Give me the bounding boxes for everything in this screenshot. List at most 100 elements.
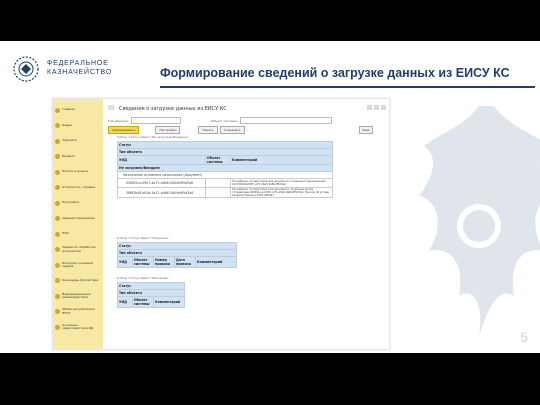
section-3-caption: Отбор: Статус Равно "Обновлен" — [117, 276, 169, 280]
logo-text: ФЕДЕРАЛЬНОЕ КАЗНАЧЕЙСТВО — [47, 59, 112, 77]
row-uid: 3f983b49-e05a-4e71-a9b6-5d04e9f5d3a6 — [117, 187, 206, 198]
sidebar-item-label: Настройка — [62, 201, 79, 205]
app-screenshot: Главное Кадры Зарплата Бюджет Налоги и взнос… — [52, 98, 390, 350]
report-table-updated: Статус Тип объекта УИД Объект системы Ко… — [117, 282, 185, 308]
sidebar-item[interactable]: Бюджет — [55, 152, 103, 162]
report-table-loaded: Статус Тип объекта УИД Объект системы Но… — [117, 242, 237, 268]
settings-button[interactable]: Настройки — [155, 126, 181, 134]
section-icon — [55, 216, 60, 221]
sidebar-item[interactable]: Контроль основных кадров — [55, 260, 103, 270]
section-icon — [55, 169, 60, 175]
sidebar-item[interactable]: Главное — [55, 105, 103, 115]
section-icon — [55, 262, 60, 268]
sidebar-item-label: Главное — [62, 108, 75, 112]
header-object-type: Тип объекта — [117, 148, 333, 156]
section-icon — [55, 278, 60, 283]
section-icon — [55, 309, 60, 314]
sidebar-item[interactable]: Кадры — [55, 121, 103, 131]
save-button[interactable]: Сохранить — [219, 126, 245, 134]
sidebar-item-label: Налоги и взносы — [62, 170, 89, 174]
section-icon — [55, 107, 60, 113]
section-1-caption: Отбор: Статус Равно "Не загружен/Внедрен… — [117, 135, 189, 139]
link-icon[interactable] — [367, 105, 372, 110]
header-system-object: Объект системы — [132, 256, 154, 268]
sidebar-item[interactable]: Информационные взаимодействия — [55, 291, 103, 301]
header-comment: Комментарий — [195, 256, 237, 268]
section-icon — [55, 138, 60, 144]
header-status: Статус — [117, 282, 185, 290]
close-icon[interactable] — [381, 105, 386, 110]
sidebar-item-label: Администрирование — [62, 216, 95, 220]
section-icon — [55, 200, 60, 206]
window-icon — [108, 105, 114, 110]
sidebar-item-label: Информационные взаимодействия — [62, 292, 91, 299]
more-button[interactable]: Ещё — [358, 126, 374, 134]
app-sidebar: Главное Кадры Зарплата Бюджет Налоги и взнос… — [53, 99, 103, 349]
sidebar-item-label: Зарплата — [62, 139, 77, 143]
presentation-slide: ФЕДЕРАЛЬНОЕ КАЗНАЧЕЙСТВО Формирование св… — [0, 41, 540, 353]
header-system-object: Объект системы — [205, 155, 231, 165]
window-title: Сведения о загрузке данных из ЕИСУ КС — [119, 106, 227, 112]
sidebar-item-label: Бюджет — [62, 154, 75, 158]
table-row[interactable]: 0285f2ca-0907-4a71-a9b6-5d04e9f5d3a6 Не … — [117, 178, 333, 188]
filter-object-field[interactable] — [130, 117, 181, 124]
table-row[interactable]: 3f983b49-e05a-4e71-a9b6-5d04e9f5d3a6 Не … — [117, 187, 333, 198]
sidebar-item[interactable]: Администрирование — [55, 214, 103, 224]
filter-system-label: Объект системы: — [210, 118, 238, 123]
header-status: Статус — [117, 141, 333, 149]
sidebar-item[interactable]: Налоги и взносы — [55, 167, 103, 177]
sidebar-item-label: Контроль основных кадров — [62, 261, 94, 268]
subgroup-row[interactable]: Назначение основного начисления (Докумен… — [117, 171, 333, 179]
sidebar-item-label: НСИ — [62, 232, 69, 236]
header-object-type: Тип объекта — [117, 249, 237, 257]
sidebar-item[interactable]: Настройка — [55, 198, 103, 208]
row-uid: 0285f2ca-0907-4a71-a9b6-5d04e9f5d3a6 — [117, 178, 206, 188]
report-table-not-loaded: Статус Тип объекта УИД Объект системы Ко… — [117, 141, 333, 198]
toolbar: Сформировать Настройки Печать Сохранить … — [108, 126, 374, 134]
section-icon — [55, 231, 60, 237]
sidebar-item[interactable]: Обмен документами ПУОТ — [55, 307, 103, 317]
sidebar-item-label: Кадры — [62, 123, 73, 127]
app-main: Сведения о загрузке данных из ЕИСУ КС Ти… — [103, 99, 389, 349]
sidebar-item-label: Обмен документами ПУОТ — [62, 308, 95, 315]
header-order-date: Дата приказа — [174, 256, 196, 268]
slide-title: Формирование сведений о загрузке данных … — [160, 66, 510, 80]
filter-row: Тип объекта: Объект системы: — [108, 117, 332, 124]
header-comment: Комментарий — [230, 155, 333, 165]
header-system-object: Объект системы — [132, 296, 154, 308]
sidebar-item[interactable]: НСИ — [55, 229, 103, 239]
sidebar-item-label: Отчетность, справки — [62, 185, 96, 189]
filter-system-field[interactable] — [239, 117, 332, 124]
header-status: Статус — [117, 242, 237, 250]
print-button[interactable]: Печать — [198, 126, 218, 134]
section-icon — [55, 324, 60, 330]
treasury-logo — [13, 56, 39, 82]
section-icon — [55, 123, 60, 128]
generate-button[interactable]: Сформировать — [108, 126, 140, 134]
section-icon — [55, 154, 60, 159]
section-icon — [55, 247, 60, 252]
menu-icon[interactable] — [374, 105, 379, 110]
section-icon — [55, 185, 60, 190]
sidebar-item[interactable]: Задачи по обработке документов — [55, 245, 103, 255]
logo-line-1: ФЕДЕРАЛЬНОЕ — [47, 60, 109, 67]
sidebar-item[interactable]: Зарплата — [55, 136, 103, 146]
filter-object-label: Тип объекта: — [108, 118, 129, 123]
row-comment: Не найдено соответствие для документа. О… — [230, 187, 333, 198]
header-order-number: Номер приказа — [153, 256, 175, 268]
header-uid: УИД — [117, 296, 133, 308]
logo-line-2: КАЗНАЧЕЙСТВО — [47, 69, 113, 76]
sidebar-item[interactable]: Календарь бухгалтера — [55, 276, 103, 286]
header-uid: УИД — [117, 256, 133, 268]
page-number: 5 — [520, 329, 528, 345]
group-row[interactable]: Не загружен/Внедрен — [117, 164, 333, 172]
sidebar-item[interactable]: Основные характеристики ИД — [55, 322, 103, 332]
sidebar-item[interactable]: Отчетность, справки — [55, 183, 103, 193]
section-2-caption: Отбор: Статус Равно "Загружен" — [117, 236, 169, 240]
sidebar-item-label: Основные характеристики ИД — [62, 323, 94, 330]
sidebar-item-label: Календарь бухгалтера — [62, 278, 99, 282]
header-object-type: Тип объекта — [117, 289, 185, 297]
header-uid: УИД — [117, 155, 206, 165]
eagle-emblem-watermark — [419, 106, 540, 336]
section-icon — [55, 293, 60, 299]
